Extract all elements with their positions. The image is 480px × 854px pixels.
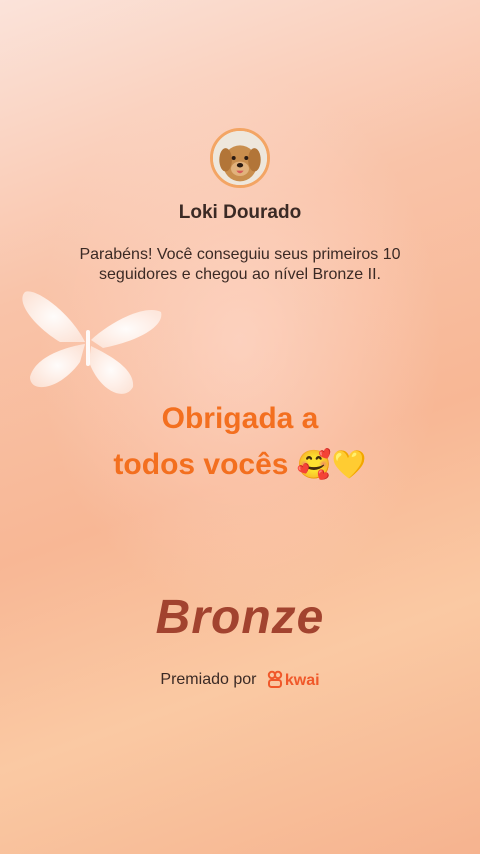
- awarded-by: Premiado por kwai: [0, 670, 480, 690]
- butterfly-icon: [22, 291, 162, 394]
- kwai-logo-icon: [267, 670, 283, 688]
- kwai-brand: kwai: [284, 672, 320, 689]
- kwai-logo[interactable]: kwai: [267, 670, 320, 690]
- dog-photo-icon: [213, 131, 267, 185]
- achievement-screen: Loki Dourado Parabéns! Você conseguiu se…: [0, 0, 480, 854]
- profile-name: Loki Dourado: [178, 202, 302, 223]
- profile-avatar[interactable]: [210, 128, 270, 188]
- level-title: Bronze: [155, 591, 325, 644]
- user-caption: Obrigada a todos vocês 🥰💛: [0, 396, 480, 488]
- caption-emojis: 🥰💛: [296, 449, 367, 480]
- caption-line-2-text: todos vocês: [113, 448, 289, 481]
- awarded-by-label: Premiado por: [160, 671, 257, 689]
- caption-line-1: Obrigada a: [161, 402, 319, 435]
- caption-line-2: todos vocês 🥰💛: [0, 442, 480, 488]
- achievement-message: Parabéns! Você conseguiu seus primeiros …: [79, 246, 401, 283]
